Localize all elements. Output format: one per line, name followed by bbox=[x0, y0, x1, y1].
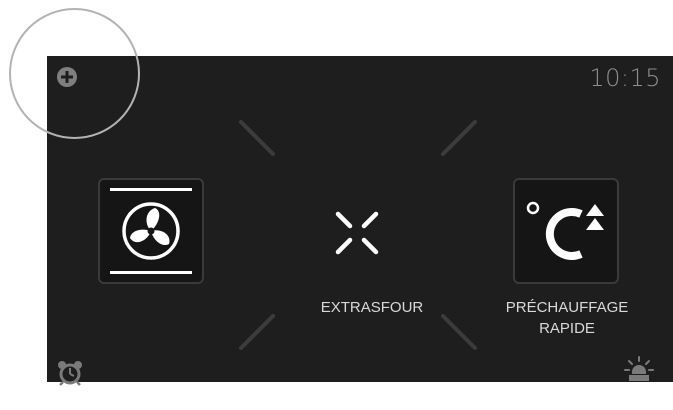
clock-time: 10:15 bbox=[589, 64, 661, 92]
plus-circle-icon[interactable] bbox=[56, 66, 78, 88]
degree-c-up-arrows-icon bbox=[526, 201, 604, 260]
divider-dash-bottom-right bbox=[441, 314, 477, 350]
extra-cross-icon bbox=[335, 211, 379, 255]
rapid-preheat-label-line2: RAPIDE bbox=[539, 320, 595, 337]
rapid-preheat-button[interactable] bbox=[513, 178, 619, 284]
oven-light-icon[interactable] bbox=[623, 356, 655, 384]
divider-dash-top-right bbox=[441, 120, 477, 156]
extra-sfour-button[interactable] bbox=[330, 206, 384, 260]
rapid-preheat-label-line1: PRÉCHAUFFAGE bbox=[505, 299, 629, 316]
rapid-preheat-label: PRÉCHAUFFAGE RAPIDE bbox=[477, 297, 657, 339]
fan-convection-icon bbox=[110, 188, 192, 274]
divider-dash-top-left bbox=[239, 120, 275, 156]
fan-mode-button[interactable] bbox=[98, 178, 204, 284]
alarm-clock-icon[interactable] bbox=[56, 360, 84, 386]
divider-dash-bottom-left bbox=[239, 314, 275, 350]
oven-display: 10:15 EXTRASFOUR PRÉCHAUFFAGE RAPIDE bbox=[47, 56, 673, 386]
extra-sfour-label: EXTRASFOUR bbox=[320, 299, 424, 316]
